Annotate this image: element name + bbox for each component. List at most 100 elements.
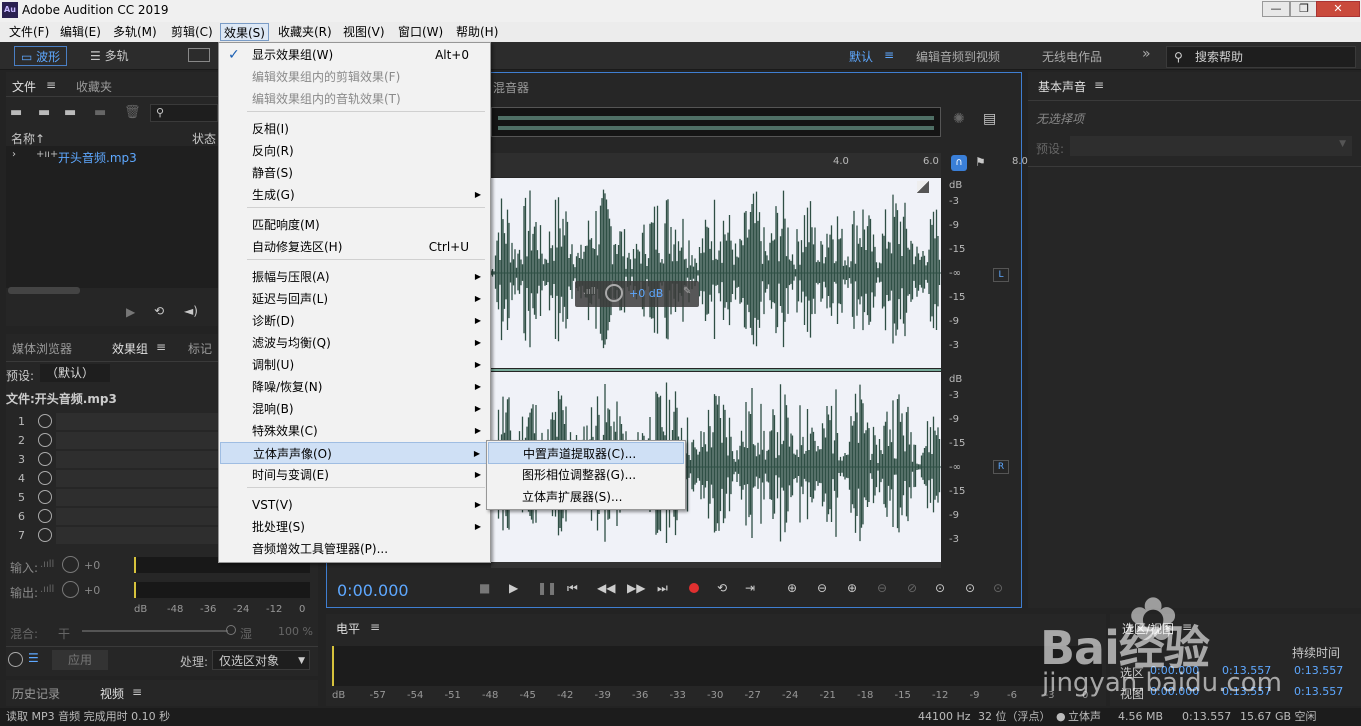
effects-menu-item-7[interactable]: 匹配响度(M)	[220, 214, 489, 236]
effects-menu-item-0[interactable]: ✓ 显示效果组(W) Alt+0	[220, 44, 489, 66]
effects-menu-item-16[interactable]: 特殊效果(C) ▶	[220, 420, 489, 442]
play-icon[interactable]: ▶	[126, 305, 135, 319]
menu-2[interactable]: 多轨(M)	[110, 23, 160, 41]
open-file-icon[interactable]: ▬	[10, 105, 22, 120]
list-icon[interactable]: ☰	[28, 651, 39, 665]
pause-icon[interactable]: ❚❚	[537, 581, 557, 595]
zoom-selection-icon[interactable]: ⊙	[935, 581, 945, 595]
power-icon[interactable]	[38, 490, 52, 504]
rack-power-button[interactable]	[8, 652, 23, 667]
preset-select[interactable]: （默认）	[40, 364, 110, 382]
selection-duration[interactable]: 0:13.557	[1294, 664, 1343, 677]
overview-waveform[interactable]	[491, 107, 941, 137]
marker-pin-icon[interactable]: ⚑	[975, 155, 986, 169]
workspace-radio[interactable]: 无线电作品	[1042, 48, 1102, 65]
tab-favorites[interactable]: 收藏夹	[76, 78, 112, 95]
stop-icon[interactable]: ■	[479, 581, 490, 595]
zoom-out-point-icon[interactable]: ⊙	[993, 581, 1003, 595]
fast-forward-icon[interactable]: ▶▶	[627, 581, 645, 595]
more-workspaces-icon[interactable]: »	[1142, 46, 1151, 62]
pin-icon[interactable]: ✎	[683, 286, 691, 297]
effects-menu-item-4[interactable]: 反向(R)	[220, 140, 489, 162]
effects-menu-item-20[interactable]: 批处理(S) ▶	[220, 516, 489, 538]
power-icon[interactable]	[38, 509, 52, 523]
maximize-button[interactable]: ❐	[1290, 1, 1318, 17]
file-item-name[interactable]: 开头音频.mp3	[58, 149, 137, 166]
zoom-in-amplitude-icon[interactable]: ⊕	[787, 581, 797, 595]
tab-mixer[interactable]: 混音器	[493, 79, 529, 96]
zoom-in-point-icon[interactable]: ⊙	[965, 581, 975, 595]
tab-video[interactable]: 视频	[100, 685, 124, 702]
process-select[interactable]: 仅选区对象 ▼	[212, 650, 310, 670]
import-icon[interactable]: ▬	[38, 105, 50, 120]
workspace-menu-icon[interactable]: ≡	[884, 48, 894, 62]
zoom-out-full-icon[interactable]: ⊘	[907, 581, 917, 595]
new-file-icon[interactable]: ▬	[64, 105, 76, 120]
menu-3[interactable]: 剪辑(C)	[168, 23, 216, 41]
effects-menu-item-18[interactable]: 时间与变调(E) ▶	[220, 464, 489, 486]
stereo-submenu-item-1[interactable]: 图形相位调整器(G)...	[488, 464, 684, 486]
input-gain-knob[interactable]	[62, 556, 79, 573]
effects-menu-item-12[interactable]: 滤波与均衡(Q) ▶	[220, 332, 489, 354]
apply-button[interactable]: 应用	[52, 650, 108, 670]
horizontal-scrollbar[interactable]	[491, 562, 941, 568]
effects-menu-item-5[interactable]: 静音(S)	[220, 162, 489, 184]
tab-files[interactable]: 文件	[12, 78, 36, 95]
files-scrollbar[interactable]	[8, 287, 80, 294]
skip-start-icon[interactable]: ⏮	[567, 581, 578, 596]
effects-menu-item-19[interactable]: VST(V) ▶	[220, 494, 489, 516]
play-icon[interactable]: ▶	[509, 581, 518, 595]
menu-8[interactable]: 帮助(H)	[453, 23, 501, 41]
power-icon[interactable]	[38, 433, 52, 447]
effects-menu-item-6[interactable]: 生成(G) ▶	[220, 184, 489, 206]
snap-icon[interactable]: ∩	[951, 155, 967, 171]
skip-selection-icon[interactable]: ⇥	[745, 581, 755, 595]
menu-6[interactable]: 视图(V)	[340, 23, 388, 41]
resize-handle-icon[interactable]	[917, 181, 929, 193]
effects-menu-item-21[interactable]: 音频增效工具管理器(P)...	[220, 538, 489, 560]
effects-menu-item-14[interactable]: 降噪/恢复(N) ▶	[220, 376, 489, 398]
panel-menu-icon[interactable]: ≡	[156, 340, 166, 354]
power-icon[interactable]	[38, 528, 52, 542]
essential-preset-select[interactable]: ▼	[1070, 136, 1352, 156]
menu-5[interactable]: 收藏夹(R)	[275, 23, 335, 41]
workspace-edit-video[interactable]: 编辑音频到视频	[916, 48, 1000, 65]
effects-menu-item-3[interactable]: 反相(I)	[220, 118, 489, 140]
tab-media-browser[interactable]: 媒体浏览器	[12, 340, 72, 357]
stereo-submenu-item-0[interactable]: 中置声道提取器(C)...	[488, 442, 684, 464]
multitrack-mode-button[interactable]: ☰ 多轨	[84, 46, 135, 66]
col-status-header[interactable]: 状态	[192, 130, 216, 147]
panel-options-icon[interactable]: ▤	[983, 111, 996, 127]
mix-slider[interactable]	[82, 630, 228, 632]
minimize-button[interactable]: —	[1262, 1, 1290, 17]
menu-4[interactable]: 效果(S)	[220, 23, 269, 41]
insert-icon[interactable]: ▬	[94, 105, 106, 120]
power-icon[interactable]	[38, 452, 52, 466]
effects-menu-item-17[interactable]: 立体声声像(O) ▶	[220, 442, 489, 464]
col-name-header[interactable]: 名称↑	[11, 130, 45, 147]
effects-menu-item-9[interactable]: 振幅与压限(A) ▶	[220, 266, 489, 288]
workspace-default[interactable]: 默认	[849, 48, 873, 65]
hud-volume-knob[interactable]	[605, 284, 623, 302]
menu-1[interactable]: 编辑(E)	[57, 23, 104, 41]
time-ruler[interactable]: 4.06.08.010.012.0	[491, 153, 1210, 177]
view-duration[interactable]: 0:13.557	[1294, 685, 1343, 698]
channel-l-button[interactable]: L	[993, 268, 1009, 282]
stereo-submenu-item-2[interactable]: 立体声扩展器(S)...	[488, 486, 684, 508]
record-icon[interactable]	[689, 583, 699, 593]
spectral-icon[interactable]	[188, 48, 210, 62]
menu-0[interactable]: 文件(F)	[6, 23, 52, 41]
hud-gain[interactable]: .ııll +0 dB ✎	[575, 281, 699, 307]
channel-r-button[interactable]: R	[993, 460, 1009, 474]
effects-menu-item-8[interactable]: 自动修复选区(H) Ctrl+U	[220, 236, 489, 258]
loop-icon[interactable]: ⟲	[717, 581, 727, 595]
volume-icon[interactable]: ◄)	[184, 304, 198, 318]
effects-menu-item-15[interactable]: 混响(B) ▶	[220, 398, 489, 420]
waveform-mode-button[interactable]: ▭ 波形	[14, 46, 68, 66]
panel-menu-icon[interactable]: ≡	[370, 620, 380, 634]
panel-menu-icon[interactable]: ≡	[1094, 78, 1104, 92]
spectral-frequency-icon[interactable]: ✺	[953, 111, 965, 127]
zoom-out-time-icon[interactable]: ⊖	[877, 581, 887, 595]
effects-menu-item-13[interactable]: 调制(U) ▶	[220, 354, 489, 376]
mix-slider-handle[interactable]	[226, 625, 236, 635]
